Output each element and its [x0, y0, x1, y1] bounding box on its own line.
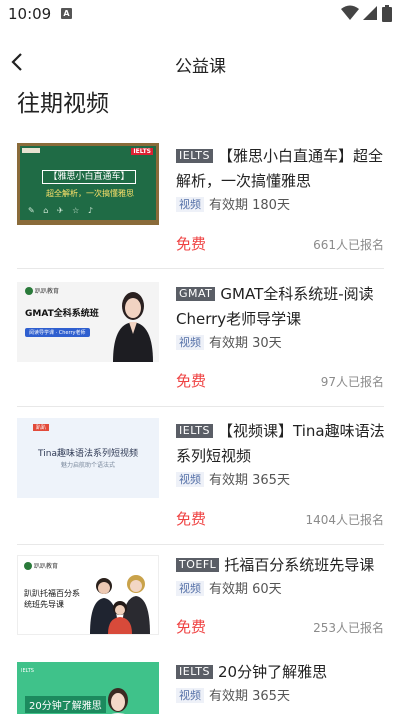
brand-logo-text: 趴趴教育 — [34, 563, 59, 570]
price: 免费 — [176, 235, 207, 253]
brand-logo-icon — [24, 562, 32, 570]
video-tag: 视频 — [176, 581, 204, 596]
divider — [17, 544, 384, 545]
brand-logo-text: 趴趴教育 — [35, 288, 60, 295]
video-tag: 视频 — [176, 335, 204, 350]
nav-bar: 公益课 — [0, 44, 401, 80]
course-title: IELTS 【雅思小白直通车】超全解析，一次搞懂雅思 — [176, 147, 384, 190]
teachers-photo — [90, 575, 150, 634]
thumb-headline: 【雅思小白直通车】 — [42, 170, 136, 184]
thumb-headline: Tina趣味语法系列短视频 — [38, 449, 138, 459]
thumb-label: 趴趴 — [33, 424, 50, 431]
ielts-badge: IELTS — [131, 148, 153, 155]
video-tag: 视频 — [176, 197, 204, 212]
validity: 有效期 365天 — [209, 473, 290, 488]
wifi-icon — [341, 5, 359, 20]
course-info: TOEFL 托福百分系统班先导课 视频 有效期 60天 — [176, 553, 388, 600]
battery-icon — [382, 5, 392, 22]
course-meta: 视频 有效期 180天 — [176, 196, 388, 216]
validity: 有效期 180天 — [209, 198, 290, 213]
course-info: IELTS 20分钟了解雅思 视频 有效期 365天 — [176, 660, 388, 707]
notification-a-icon: A — [61, 8, 72, 19]
course-meta: 视频 有效期 365天 — [176, 471, 388, 491]
course-meta: 视频 有效期 60天 — [176, 580, 388, 600]
thumb-pill: 阅读导学课 · Cherry老师 — [25, 328, 90, 337]
status-time: 10:09 — [8, 5, 52, 23]
status-bar: 10:09 A — [0, 0, 401, 28]
price: 免费 — [176, 618, 207, 636]
course-thumbnail: 趴趴教育 GMAT全科系统班 阅读导学课 · Cherry老师 — [17, 282, 159, 362]
enrolled-count: 661人已报名 — [313, 238, 384, 252]
logo-strip — [22, 148, 40, 153]
price: 免费 — [176, 510, 207, 528]
exam-tag: IELTS — [176, 424, 214, 438]
course-thumbnail: IELTS 【雅思小白直通车】 超全解析，一次搞懂雅思 ✎ ⌂ ✈ ☆ ♪ — [17, 143, 159, 225]
course-item[interactable]: IELTS 【雅思小白直通车】 超全解析，一次搞懂雅思 ✎ ⌂ ✈ ☆ ♪ IE… — [0, 140, 401, 270]
thumb-headline: GMAT全科系统班 — [25, 309, 99, 319]
course-item[interactable]: 趴趴教育 趴趴托福百分系统班先导课 TOEFL 托福百分系统班先导课 视频 有效期 … — [0, 553, 401, 653]
course-info: IELTS 【视频课】Tina趣味语法系列短视频 视频 有效期 365天 — [176, 419, 388, 491]
course-meta: 视频 有效期 30天 — [176, 334, 388, 354]
course-thumbnail: 趴趴 Tina趣味语法系列短视频 魅力启航助个语法式 — [17, 418, 159, 498]
course-title: TOEFL 托福百分系统班先导课 — [176, 553, 388, 578]
thumb-headline: 趴趴托福百分系统班先导课 — [24, 589, 80, 609]
video-tag: 视频 — [176, 472, 204, 487]
validity: 有效期 30天 — [209, 336, 282, 351]
course-thumbnail: 趴趴教育 趴趴托福百分系统班先导课 — [17, 555, 159, 635]
brand-logo-icon — [25, 287, 33, 295]
brand-logo-text: IELTS — [21, 668, 34, 674]
course-title: IELTS 【视频课】Tina趣味语法系列短视频 — [176, 422, 385, 465]
exam-tag: IELTS — [176, 149, 214, 163]
enrolled-count: 1404人已报名 — [305, 513, 384, 527]
thumb-subtitle: 超全解析，一次搞懂雅思 — [46, 189, 134, 198]
divider — [17, 268, 384, 269]
exam-tag: IELTS — [176, 665, 214, 679]
signal-icon — [363, 6, 377, 20]
course-meta: 视频 有效期 365天 — [176, 687, 388, 707]
course-item[interactable]: 趴趴 Tina趣味语法系列短视频 魅力启航助个语法式 IELTS 【视频课】Tin… — [0, 416, 401, 552]
course-item[interactable]: IELTS 20分钟了解雅思 IELTS 20分钟了解雅思 视频 有效期 365天 — [0, 660, 401, 714]
thumb-headline: 20分钟了解雅思 — [25, 696, 106, 713]
course-title: GMAT GMAT全科系统班-阅读Cherry老师导学课 — [176, 285, 374, 328]
course-info: GMAT GMAT全科系统班-阅读Cherry老师导学课 视频 有效期 30天 — [176, 282, 388, 354]
price: 免费 — [176, 372, 207, 390]
exam-tag: GMAT — [176, 287, 216, 301]
course-info: IELTS 【雅思小白直通车】超全解析，一次搞懂雅思 视频 有效期 180天 — [176, 144, 388, 216]
teacher-photo — [113, 292, 153, 362]
course-title: IELTS 20分钟了解雅思 — [176, 660, 388, 685]
section-title: 往期视频 — [17, 91, 109, 117]
thumb-subtitle: 魅力启航助个语法式 — [60, 462, 115, 469]
validity: 有效期 365天 — [209, 689, 290, 704]
course-thumbnail: IELTS 20分钟了解雅思 — [17, 662, 159, 714]
validity: 有效期 60天 — [209, 582, 282, 597]
teacher-photo — [108, 688, 128, 714]
course-item[interactable]: 趴趴教育 GMAT全科系统班 阅读导学课 · Cherry老师 GMAT GMAT… — [0, 278, 401, 414]
video-tag: 视频 — [176, 688, 204, 703]
enrolled-count: 97人已报名 — [320, 375, 384, 389]
chalk-doodle-icon: ✎ ⌂ ✈ ☆ ♪ — [28, 206, 96, 215]
enrolled-count: 253人已报名 — [313, 621, 384, 635]
page-title: 公益课 — [175, 57, 226, 77]
exam-tag: TOEFL — [176, 558, 220, 572]
divider — [17, 406, 384, 407]
